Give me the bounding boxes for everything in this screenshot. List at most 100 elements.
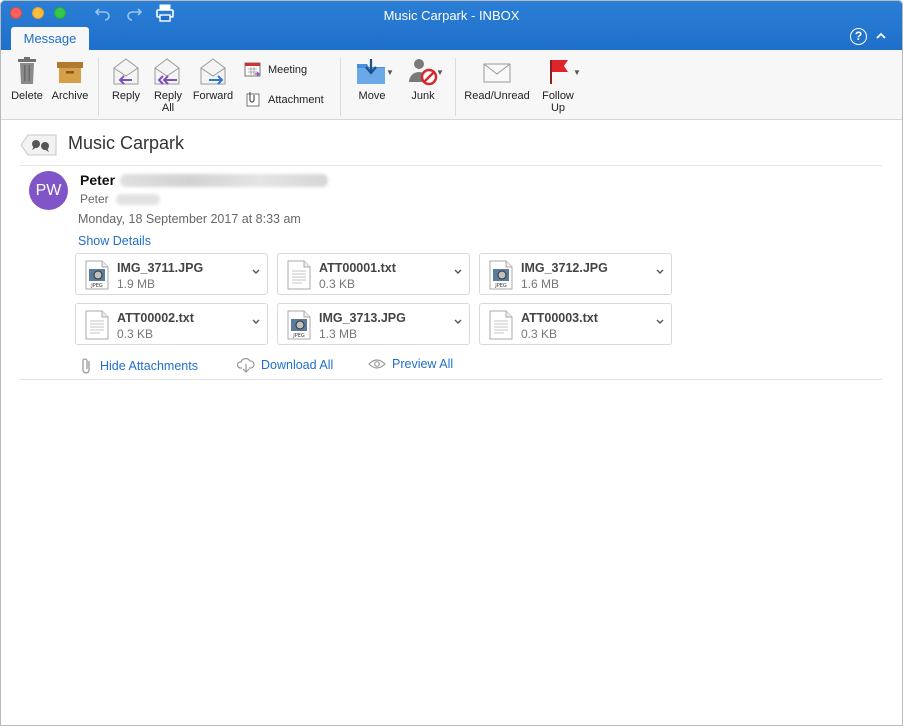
sender-name[interactable]: Peter — [80, 172, 115, 188]
jpeg-file-label: JPEG — [292, 333, 305, 339]
calendar-icon — [244, 62, 261, 77]
envelope-icon — [483, 63, 511, 83]
move-label: Move — [358, 90, 386, 102]
junk-button[interactable]: Junk — [403, 56, 443, 102]
trash-icon — [18, 57, 36, 84]
header-divider — [20, 379, 882, 380]
ribbon-separator — [98, 58, 99, 116]
junk-label: Junk — [411, 90, 435, 102]
sent-date: Monday, 18 September 2017 at 8:33 am — [78, 212, 301, 226]
attachment-card[interactable]: JPEG IMG_3713.JPG 1.3 MB — [277, 303, 470, 345]
attachment-size: 0.3 KB — [521, 327, 558, 341]
title-bar: Music Carpark - INBOX Message ? — [0, 0, 903, 50]
preview-all-label: Preview All — [392, 357, 454, 371]
delete-label: Delete — [11, 90, 43, 102]
attachment-card[interactable]: JPEG IMG_3711.JPG 1.9 MB — [75, 253, 268, 295]
preview-all-button[interactable]: Preview All — [368, 357, 453, 371]
attachment-size: 1.3 MB — [319, 327, 358, 341]
archive-button[interactable]: Archive — [50, 56, 90, 102]
hide-attachments-label: Hide Attachments — [100, 359, 198, 373]
message-subject: Music Carpark — [68, 133, 185, 153]
cloud-download-icon — [237, 358, 255, 373]
attachment-name: ATT00001.txt — [319, 261, 396, 275]
reply-button[interactable]: Reply — [106, 56, 146, 102]
move-button[interactable]: Move — [352, 56, 392, 102]
reply-icon — [113, 58, 139, 85]
sender-email-redacted — [120, 174, 328, 187]
folder-move-icon — [357, 59, 385, 84]
download-all-label: Download All — [261, 358, 334, 372]
read-unread-label: Read/Unread — [464, 90, 530, 102]
delete-button[interactable]: Delete — [9, 56, 45, 102]
recipient-name[interactable]: Peter — [80, 192, 109, 206]
chevron-down-icon[interactable] — [453, 268, 463, 276]
download-all-button[interactable]: Download All — [237, 357, 333, 373]
forward-button[interactable]: Forward — [191, 56, 235, 102]
attachment-icon — [246, 92, 260, 107]
chevron-down-icon[interactable] — [251, 318, 261, 326]
follow-up-label-line2: Up — [550, 102, 566, 114]
chevron-down-icon[interactable] — [251, 268, 261, 276]
sender-avatar[interactable]: PW — [29, 171, 68, 210]
ribbon-separator — [340, 58, 341, 116]
jpeg-file-label: JPEG — [90, 283, 103, 289]
flag-icon — [550, 60, 568, 84]
attachment-card[interactable]: ATT00002.txt 0.3 KB — [75, 303, 268, 345]
jpeg-file-icon: JPEG — [85, 260, 109, 290]
follow-up-dropdown-arrow-icon[interactable]: ▼ — [573, 68, 581, 77]
move-dropdown-arrow-icon[interactable]: ▼ — [386, 68, 394, 77]
ribbon-separator — [455, 58, 456, 116]
text-file-icon — [85, 310, 109, 340]
help-icon[interactable]: ? — [850, 28, 867, 45]
forward-label: Forward — [192, 90, 234, 102]
show-details-link[interactable]: Show Details — [78, 234, 151, 248]
meeting-label: Meeting — [268, 63, 308, 76]
jpeg-file-icon: JPEG — [287, 310, 311, 340]
chevron-down-icon[interactable] — [655, 268, 665, 276]
attachment-card[interactable]: ATT00003.txt 0.3 KB — [479, 303, 672, 345]
chevron-down-icon[interactable] — [655, 318, 665, 326]
tab-message[interactable]: Message — [11, 27, 89, 50]
junk-dropdown-arrow-icon[interactable]: ▼ — [436, 68, 444, 77]
attachment-button[interactable]: Attachment — [244, 91, 324, 108]
attachment-size: 1.9 MB — [117, 277, 156, 291]
meeting-button[interactable]: Meeting — [244, 61, 307, 78]
attachment-card[interactable]: JPEG IMG_3712.JPG 1.6 MB — [479, 253, 672, 295]
conversation-icon[interactable] — [20, 133, 58, 157]
attachment-size: 0.3 KB — [117, 327, 154, 341]
junk-block-icon — [409, 59, 438, 86]
text-file-icon — [287, 260, 311, 290]
attachment-size: 0.3 KB — [319, 277, 356, 291]
reply-all-icon — [154, 58, 180, 85]
attachment-label: Attachment — [268, 93, 324, 106]
reply-label: Reply — [111, 90, 141, 102]
follow-up-button[interactable]: Follow Up — [538, 56, 578, 114]
collapse-ribbon-icon[interactable] — [874, 30, 888, 42]
ribbon-toolbar: Delete Archive Reply Reply All Forward M… — [0, 50, 903, 120]
chevron-down-icon[interactable] — [453, 318, 463, 326]
attachment-size: 1.6 MB — [521, 277, 560, 291]
jpeg-file-icon: JPEG — [489, 260, 513, 290]
hide-attachments-button[interactable]: Hide Attachments — [80, 357, 198, 375]
attachment-name: IMG_3712.JPG — [521, 261, 608, 275]
follow-up-label-line1: Follow — [542, 90, 574, 102]
reply-all-label-line2: All — [161, 102, 175, 114]
archive-box-icon — [57, 62, 83, 83]
attachment-name: ATT00003.txt — [521, 311, 598, 325]
attachment-name: IMG_3711.JPG — [117, 261, 204, 275]
recipient-redacted — [116, 194, 160, 205]
archive-label: Archive — [51, 90, 89, 102]
text-file-icon — [489, 310, 513, 340]
paperclip-icon — [82, 358, 90, 374]
reply-all-button[interactable]: Reply All — [148, 56, 188, 114]
attachment-name: IMG_3713.JPG — [319, 311, 406, 325]
subject-row: Music Carpark — [20, 130, 882, 166]
forward-icon — [200, 58, 226, 85]
attachment-name: ATT00002.txt — [117, 311, 194, 325]
eye-icon — [368, 359, 386, 369]
attachment-card[interactable]: ATT00001.txt 0.3 KB — [277, 253, 470, 295]
read-unread-button[interactable]: Read/Unread — [463, 56, 531, 102]
reply-all-label-line1: Reply — [153, 90, 183, 102]
jpeg-file-label: JPEG — [494, 283, 507, 289]
window-title: Music Carpark - INBOX — [383, 8, 520, 23]
